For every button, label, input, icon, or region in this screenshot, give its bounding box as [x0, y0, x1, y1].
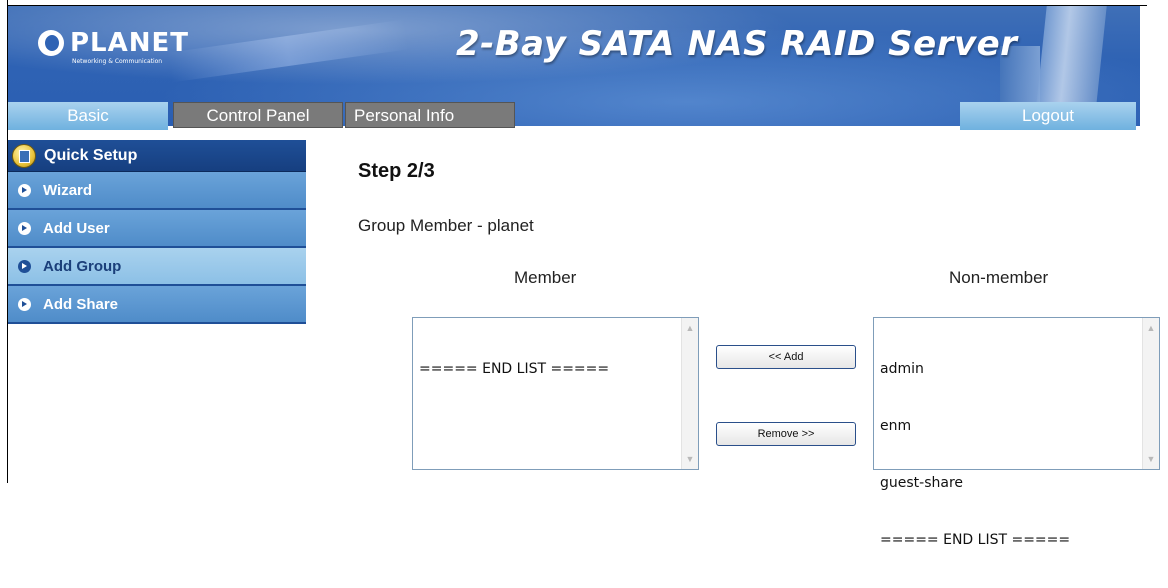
sidebar: Quick Setup Wizard Add User Add Group Ad…	[8, 140, 306, 324]
list-item[interactable]: ===== END LIST =====	[419, 360, 678, 379]
scroll-down-icon[interactable]: ▼	[684, 453, 696, 465]
logout-button[interactable]: Logout	[960, 102, 1136, 130]
sidebar-item-label: Add Share	[43, 295, 119, 313]
sidebar-header-label: Quick Setup	[44, 146, 138, 164]
sidebar-item-label: Add User	[43, 219, 110, 237]
chevron-right-icon	[18, 221, 31, 235]
list-item[interactable]: ===== END LIST =====	[880, 531, 1139, 550]
member-listbox[interactable]: ===== END LIST ===== ▲ ▼	[412, 317, 699, 470]
scroll-up-icon[interactable]: ▲	[1145, 322, 1157, 334]
sidebar-item-add-share[interactable]: Add Share	[8, 286, 306, 324]
group-member-heading: Group Member - planet	[358, 216, 534, 235]
sidebar-item-label: Wizard	[43, 181, 93, 199]
remove-button[interactable]: Remove >>	[716, 422, 856, 446]
page-title: Step 2/3	[358, 160, 435, 182]
planet-logo-icon	[38, 30, 64, 56]
member-list-items: ===== END LIST =====	[419, 322, 678, 417]
scroll-down-icon[interactable]: ▼	[1145, 453, 1157, 465]
scroll-up-icon[interactable]: ▲	[684, 322, 696, 334]
list-item[interactable]: guest-share	[880, 474, 1139, 493]
sidebar-item-label: Add Group	[43, 257, 122, 275]
member-list-scrollbar[interactable]: ▲ ▼	[681, 318, 698, 469]
sidebar-header-quick-setup[interactable]: Quick Setup	[8, 140, 306, 172]
member-column-label: Member	[514, 268, 577, 287]
chevron-right-icon	[18, 259, 31, 273]
sidebar-item-wizard[interactable]: Wizard	[8, 172, 306, 210]
sidebar-item-add-group[interactable]: Add Group	[8, 248, 306, 286]
quick-setup-icon	[12, 143, 36, 168]
list-item[interactable]: enm	[880, 417, 1139, 436]
list-item[interactable]: admin	[880, 360, 1139, 379]
logo-text: PLANET	[70, 28, 190, 58]
nonmember-listbox[interactable]: admin enm guest-share ===== END LIST ===…	[873, 317, 1160, 548]
planet-logo: PLANET	[38, 30, 189, 56]
tab-basic[interactable]: Basic	[8, 102, 168, 130]
tab-personal-info[interactable]: Personal Info	[345, 102, 515, 128]
chevron-right-icon	[18, 297, 31, 311]
nonmember-list-scrollbar[interactable]: ▲ ▼	[1142, 318, 1159, 469]
top-tab-bar: Basic Control Panel Personal Info Logout	[8, 100, 1140, 130]
logo-subtitle: Networking & Communication	[72, 58, 163, 65]
chevron-right-icon	[18, 183, 31, 197]
sidebar-item-add-user[interactable]: Add User	[8, 210, 306, 248]
tab-control-panel[interactable]: Control Panel	[173, 102, 343, 128]
product-title: 2-Bay SATA NAS RAID Server	[456, 24, 1018, 64]
nonmember-column-label: Non-member	[949, 268, 1049, 287]
nonmember-list-items: admin enm guest-share ===== END LIST ===…	[880, 322, 1139, 588]
add-button[interactable]: << Add	[716, 345, 856, 369]
